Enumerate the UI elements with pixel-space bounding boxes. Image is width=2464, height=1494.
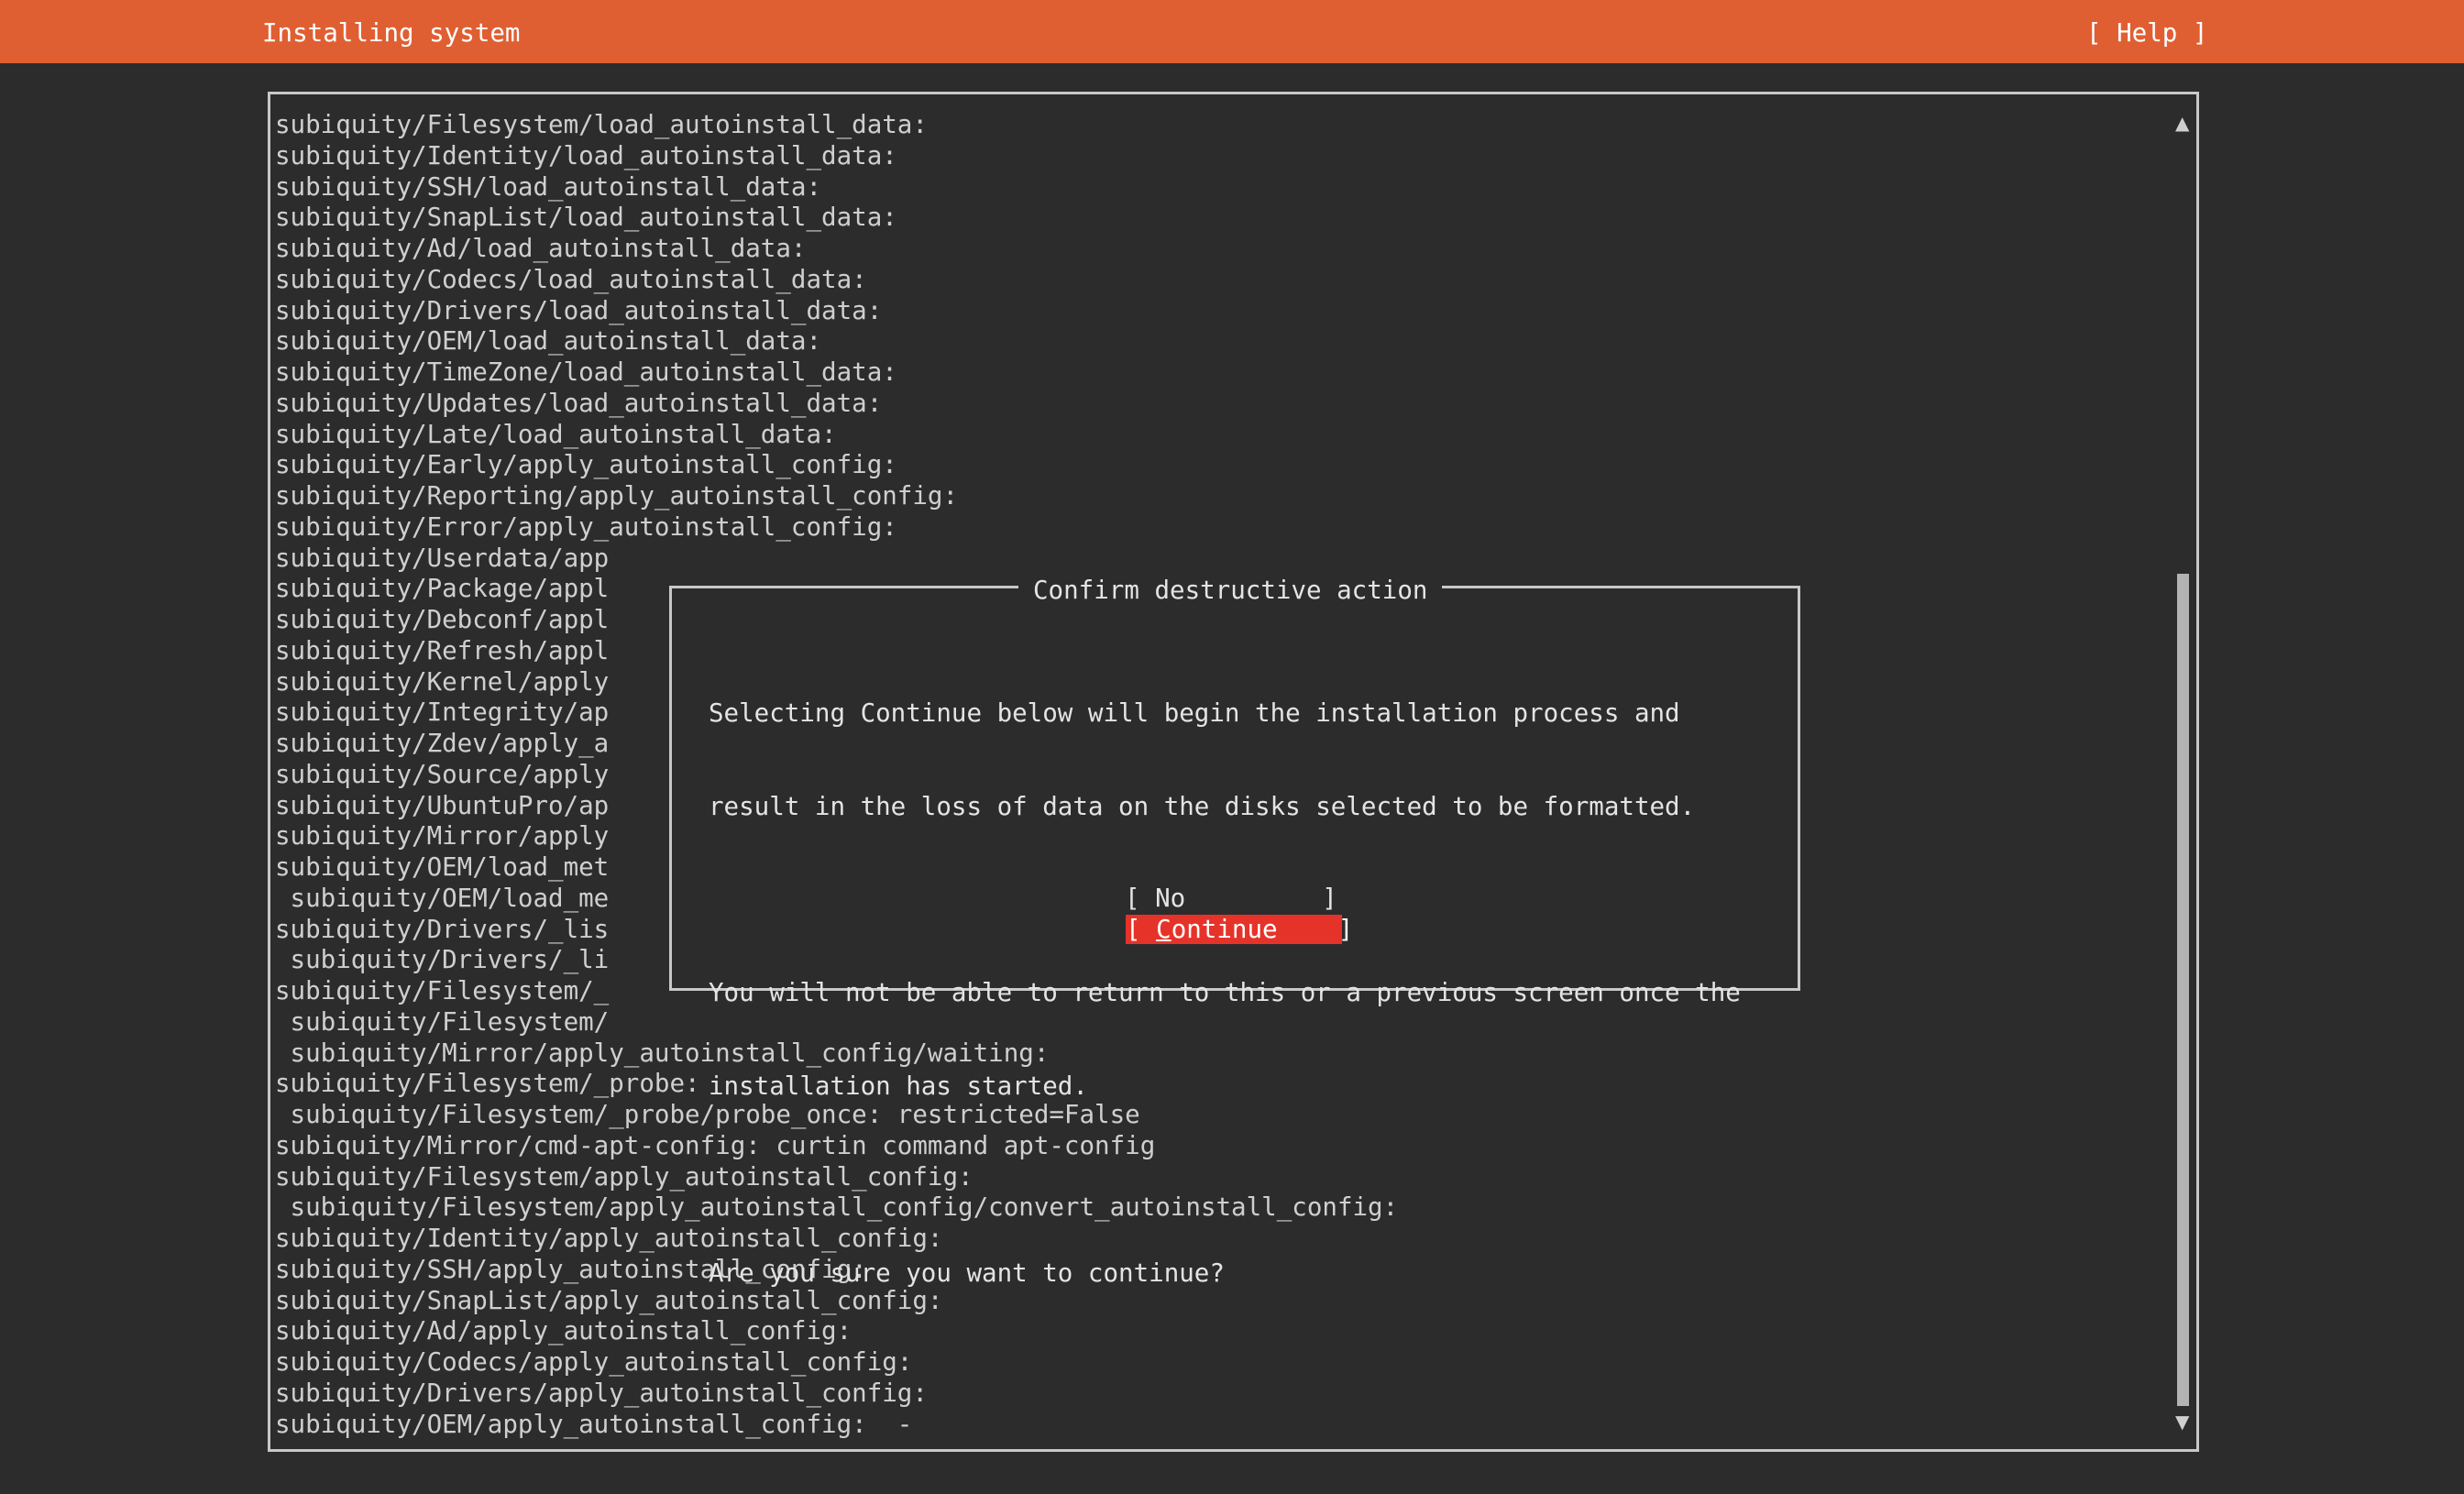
dialog-message: Selecting Continue below will begin the … bbox=[709, 636, 1741, 1320]
dialog-text-line: Selecting Continue below will begin the … bbox=[709, 698, 1680, 728]
dialog-text-line: You will not be able to return to this o… bbox=[709, 978, 1741, 1008]
log-line: subiquity/Codecs/load_autoinstall_data: bbox=[275, 264, 867, 294]
log-line: subiquity/SSH/load_autoinstall_data: bbox=[275, 171, 822, 202]
log-line: subiquity/Userdata/app bbox=[275, 543, 610, 573]
log-line: subiquity/Codecs/apply_autoinstall_confi… bbox=[275, 1347, 913, 1377]
log-line: subiquity/Reporting/apply_autoinstall_co… bbox=[275, 481, 959, 511]
scrollbar-thumb[interactable] bbox=[2177, 574, 2189, 1406]
log-line: subiquity/Early/apply_autoinstall_config… bbox=[275, 450, 897, 480]
log-line: subiquity/Ad/load_autoinstall_data: bbox=[275, 234, 807, 263]
continue-button[interactable]: [ Continue ] bbox=[1126, 915, 1353, 944]
log-line: subiquity/Error/apply_autoinstall_config… bbox=[275, 511, 897, 542]
continue-label-rest: ontinue ] bbox=[1171, 915, 1354, 944]
log-line: subiquity/TimeZone/load_autoinstall_data… bbox=[275, 357, 897, 387]
dialog-question: Are you sure you want to continue? bbox=[709, 1258, 1225, 1288]
help-button[interactable]: [ Help ] bbox=[2086, 17, 2207, 49]
dialog-text-line: installation has started. bbox=[709, 1071, 1088, 1101]
header-bar: Installing system [ Help ] bbox=[0, 0, 2464, 63]
log-line: subiquity/OEM/load_autoinstall_data: bbox=[275, 326, 822, 357]
log-line: subiquity/Identity/load_autoinstall_data… bbox=[275, 140, 897, 170]
page-title: Installing system bbox=[262, 18, 521, 48]
log-line: subiquity/Ad/apply_autoinstall_config: bbox=[275, 1316, 852, 1346]
dialog-title: Confirm destructive action bbox=[1018, 575, 1443, 606]
text-cursor: C bbox=[1156, 915, 1172, 944]
dialog-text-line bbox=[709, 1165, 1741, 1196]
log-line: subiquity/Filesystem/load_autoinstall_da… bbox=[275, 110, 928, 139]
continue-button-label: [ Continue ] bbox=[1126, 915, 1353, 944]
scroll-down-icon[interactable]: ▼ bbox=[2175, 1411, 2189, 1433]
log-line: subiquity/Drivers/load_autoinstall_data: bbox=[275, 295, 883, 325]
continue-bracket-left: [ bbox=[1126, 915, 1157, 944]
log-line: subiquity/Drivers/apply_autoinstall_conf… bbox=[275, 1378, 928, 1408]
dialog-text-line: result in the loss of data on the disks … bbox=[709, 791, 1696, 821]
no-button[interactable]: [ No ] bbox=[1125, 884, 1337, 914]
log-line: subiquity/SnapList/load_autoinstall_data… bbox=[275, 203, 897, 233]
log-line: subiquity/OEM/apply_autoinstall_config: … bbox=[275, 1409, 913, 1439]
scroll-up-icon[interactable]: ▲ bbox=[2175, 112, 2189, 134]
log-line: subiquity/Late/load_autoinstall_data: bbox=[275, 419, 837, 449]
log-line: subiquity/Updates/load_autoinstall_data: bbox=[275, 388, 883, 418]
no-button-label: [ No ] bbox=[1125, 884, 1337, 913]
